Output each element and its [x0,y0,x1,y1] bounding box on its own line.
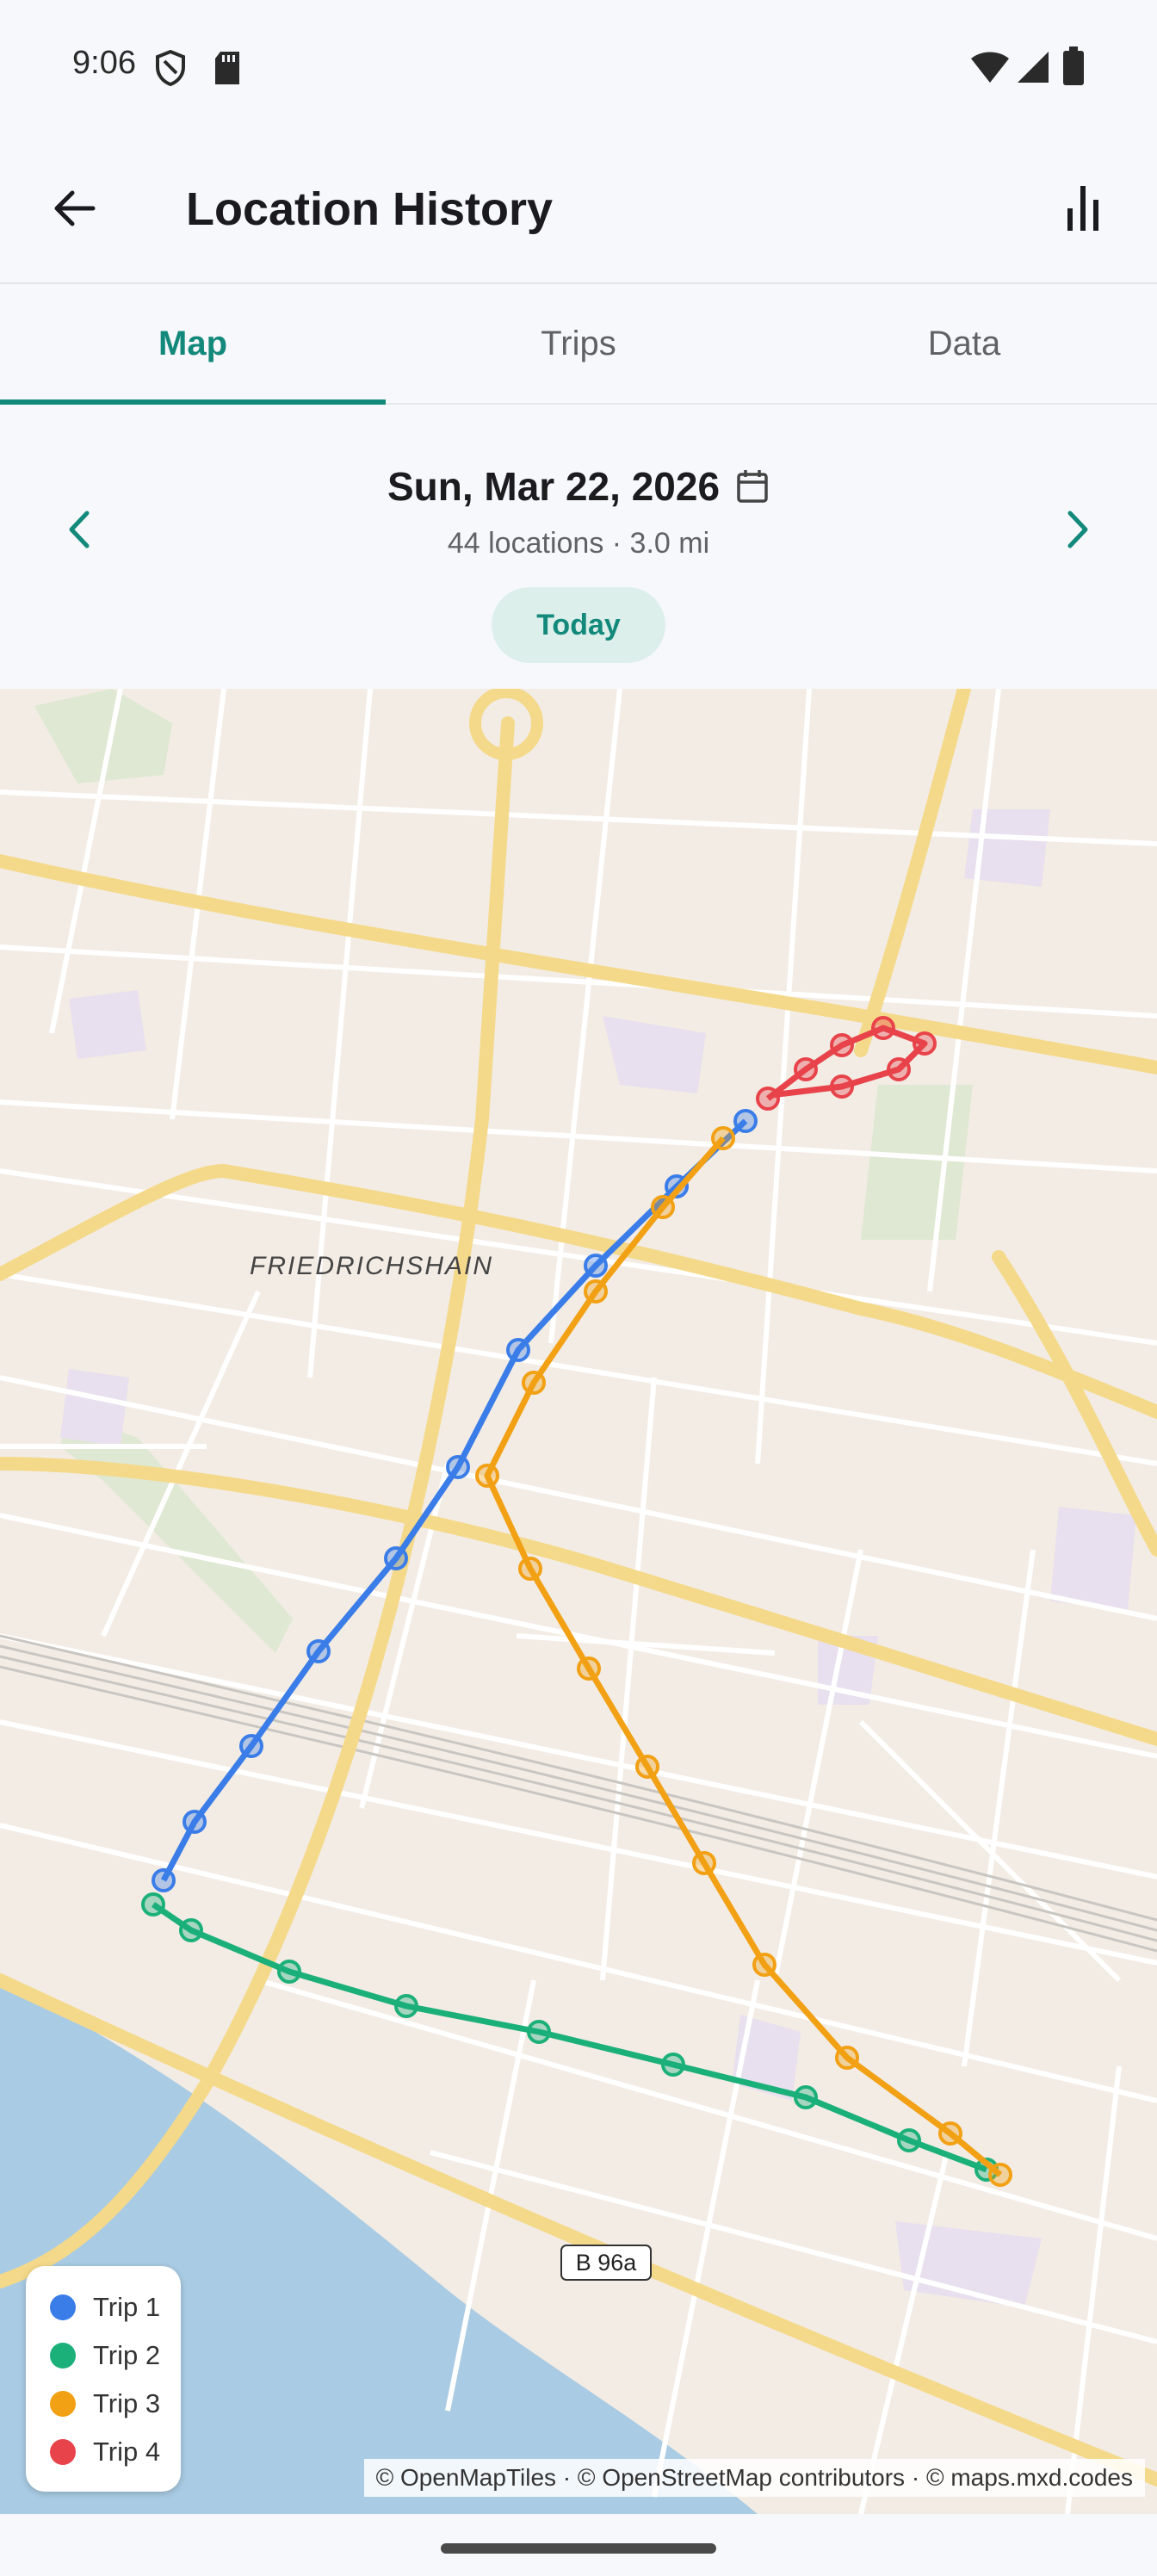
trip-3-point [522,1371,546,1395]
chevron-right-icon [1067,511,1088,548]
back-button[interactable] [38,172,110,245]
trip-3-point [635,1755,659,1779]
map-view[interactable]: FRIEDRICHSHAIN B 96a Trip 1 Trip 2 Trip … [0,689,1157,2514]
road-shield: B 96a [560,2245,652,2281]
trip-3-point [584,1279,608,1303]
trip-1-point [384,1546,408,1570]
page-title: Location History [186,183,554,235]
legend-item-trip-4: Trip 4 [26,2428,181,2476]
trip-3-point [752,1953,776,1977]
selected-date: Sun, Mar 22, 2026 [387,464,721,509]
next-day-button[interactable] [1030,482,1124,577]
trip-3-point [711,1126,735,1150]
bar-chart-icon [1067,186,1098,231]
trip-4-point [756,1087,780,1111]
trip-2-point [277,1960,301,1984]
tab-trips[interactable]: Trips [386,284,771,403]
status-time: 9:06 [72,45,136,81]
trip-2-point [897,2128,921,2152]
trip-1-point [239,1734,263,1758]
trip-2-point [661,2053,685,2077]
arrow-back-icon [54,190,96,226]
day-summary: 44 locations · 3.0 mi [447,527,710,560]
legend-label: Trip 1 [93,2292,161,2322]
calendar-icon[interactable] [735,468,770,505]
trip-4-point [913,1031,937,1056]
trip-3-point [988,2163,1012,2187]
trip-3-color-dot [50,2391,76,2417]
date-selector[interactable]: Sun, Mar 22, 2026 [0,463,1157,510]
signal-icon [1018,52,1049,83]
date-navigator: Sun, Mar 22, 2026 44 locations · 3.0 mi … [0,405,1157,689]
wifi-icon [971,52,1009,83]
trip-3-point [651,1195,675,1219]
legend-item-trip-1: Trip 1 [26,2283,181,2331]
road-shield-label: B 96a [576,2250,638,2276]
trip-4-point [871,1016,895,1040]
trip-4-color-dot [50,2439,76,2465]
statistics-button[interactable] [1047,172,1119,245]
trip-2-point [394,1994,418,2018]
trip-3-point [938,2121,962,2146]
trip-1-point [183,1810,207,1834]
trip-1-point [152,1868,176,1892]
trip-2-point [794,2085,818,2109]
trip-4-point [830,1033,854,1057]
trip-1-point [506,1338,530,1362]
legend-label: Trip 2 [93,2340,161,2370]
legend-label: Trip 3 [93,2388,161,2418]
trip-4-point [794,1057,818,1081]
trip-3-point [835,2046,859,2070]
gesture-handle[interactable] [441,2543,716,2554]
trip-4-point [887,1057,911,1081]
trip-1-point [306,1639,331,1663]
tab-map[interactable]: Map [0,284,386,405]
trip-1-point [584,1254,608,1278]
trip-1-point [446,1455,470,1479]
trip-2-point [141,1892,165,1917]
tab-data[interactable]: Data [771,284,1157,403]
legend-item-trip-3: Trip 3 [26,2380,181,2428]
today-button[interactable]: Today [492,587,665,663]
trip-2-color-dot [50,2343,76,2369]
trip-1-color-dot [50,2294,76,2320]
trip-1-point [733,1109,758,1133]
legend-label: Trip 4 [93,2437,161,2467]
map-legend: Trip 1 Trip 2 Trip 3 Trip 4 [26,2266,181,2492]
legend-item-trip-2: Trip 2 [26,2331,181,2380]
trip-4-point [830,1074,854,1099]
sd-card-icon [215,52,239,84]
trip-3-point [577,1656,601,1681]
trip-3-point [475,1464,499,1488]
status-bar: 9:06 [0,0,1157,138]
app-bar: Location History [0,138,1157,284]
trip-2-point [179,1918,203,1942]
tab-bar: Map Trips Data [0,284,1157,405]
trip-3-point [692,1851,716,1875]
district-label: FRIEDRICHSHAIN [250,1252,493,1280]
shield-icon [156,50,185,86]
map-attribution[interactable]: © OpenMapTiles · © OpenStreetMap contrib… [363,2459,1145,2497]
battery-icon [1063,46,1084,85]
system-navigation-bar [0,2514,1157,2576]
trip-3-point [518,1557,542,1581]
map-canvas[interactable]: FRIEDRICHSHAIN B 96a [0,689,1157,2514]
trip-2-point [527,2020,551,2044]
